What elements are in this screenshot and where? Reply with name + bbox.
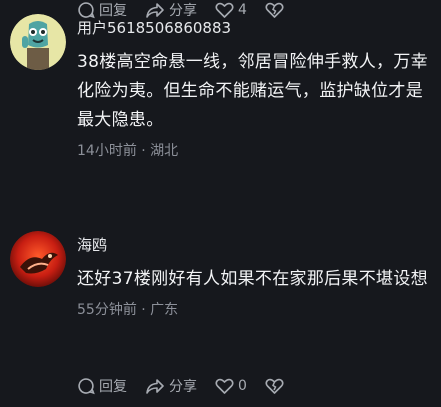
- comment-text: 38楼高空命悬一线，邻居冒险伸手救人，万幸化险为夷。但生命不能赌运气，监护缺位才…: [77, 52, 428, 130]
- reply-button[interactable]: 回复: [77, 0, 127, 20]
- comment-item-1: 用户5618506860883 38楼高空命悬一线，邻居冒险伸手救人，万幸化险为…: [0, 0, 441, 203]
- share-label: 分享: [169, 3, 197, 19]
- heart-icon: [215, 378, 234, 394]
- reply-label: 回复: [99, 379, 127, 395]
- comment-actions: 回复 分享 4: [77, 0, 288, 20]
- like-button[interactable]: 4: [215, 1, 247, 19]
- reply-label: 回复: [99, 3, 127, 19]
- share-arrow-icon: [146, 379, 164, 394]
- comment-meta: 14小时前 · 湖北: [77, 143, 179, 159]
- comment-item-2: 海鸥 还好37楼刚好有人如果不在家那后果不堪设想 55分钟前 · 广东 回复 分…: [0, 203, 441, 407]
- cartoon-creature-avatar-icon: [10, 14, 66, 70]
- reply-button[interactable]: 回复: [77, 376, 127, 396]
- share-button[interactable]: 分享: [145, 0, 197, 20]
- share-label: 分享: [169, 379, 197, 395]
- like-count: 4: [238, 2, 247, 18]
- broken-heart-icon: [265, 378, 284, 394]
- heart-icon: [215, 2, 234, 18]
- like-button[interactable]: 0: [215, 377, 247, 395]
- dislike-button[interactable]: [265, 377, 288, 395]
- reply-bubble-icon: [78, 378, 95, 395]
- reply-bubble-icon: [78, 2, 95, 19]
- avatar[interactable]: [10, 14, 66, 70]
- dislike-button[interactable]: [265, 1, 288, 19]
- like-count: 0: [238, 378, 247, 394]
- username[interactable]: 海鸥: [77, 233, 431, 257]
- share-button[interactable]: 分享: [145, 376, 197, 396]
- broken-heart-icon: [265, 2, 284, 18]
- comment-meta: 55分钟前 · 广东: [77, 302, 179, 318]
- red-seagull-avatar-icon: [10, 231, 66, 287]
- avatar[interactable]: [10, 231, 66, 287]
- comment-actions: 回复 分享 0: [77, 376, 288, 396]
- share-arrow-icon: [146, 3, 164, 18]
- comment-text: 还好37楼刚好有人如果不在家那后果不堪设想: [77, 269, 428, 289]
